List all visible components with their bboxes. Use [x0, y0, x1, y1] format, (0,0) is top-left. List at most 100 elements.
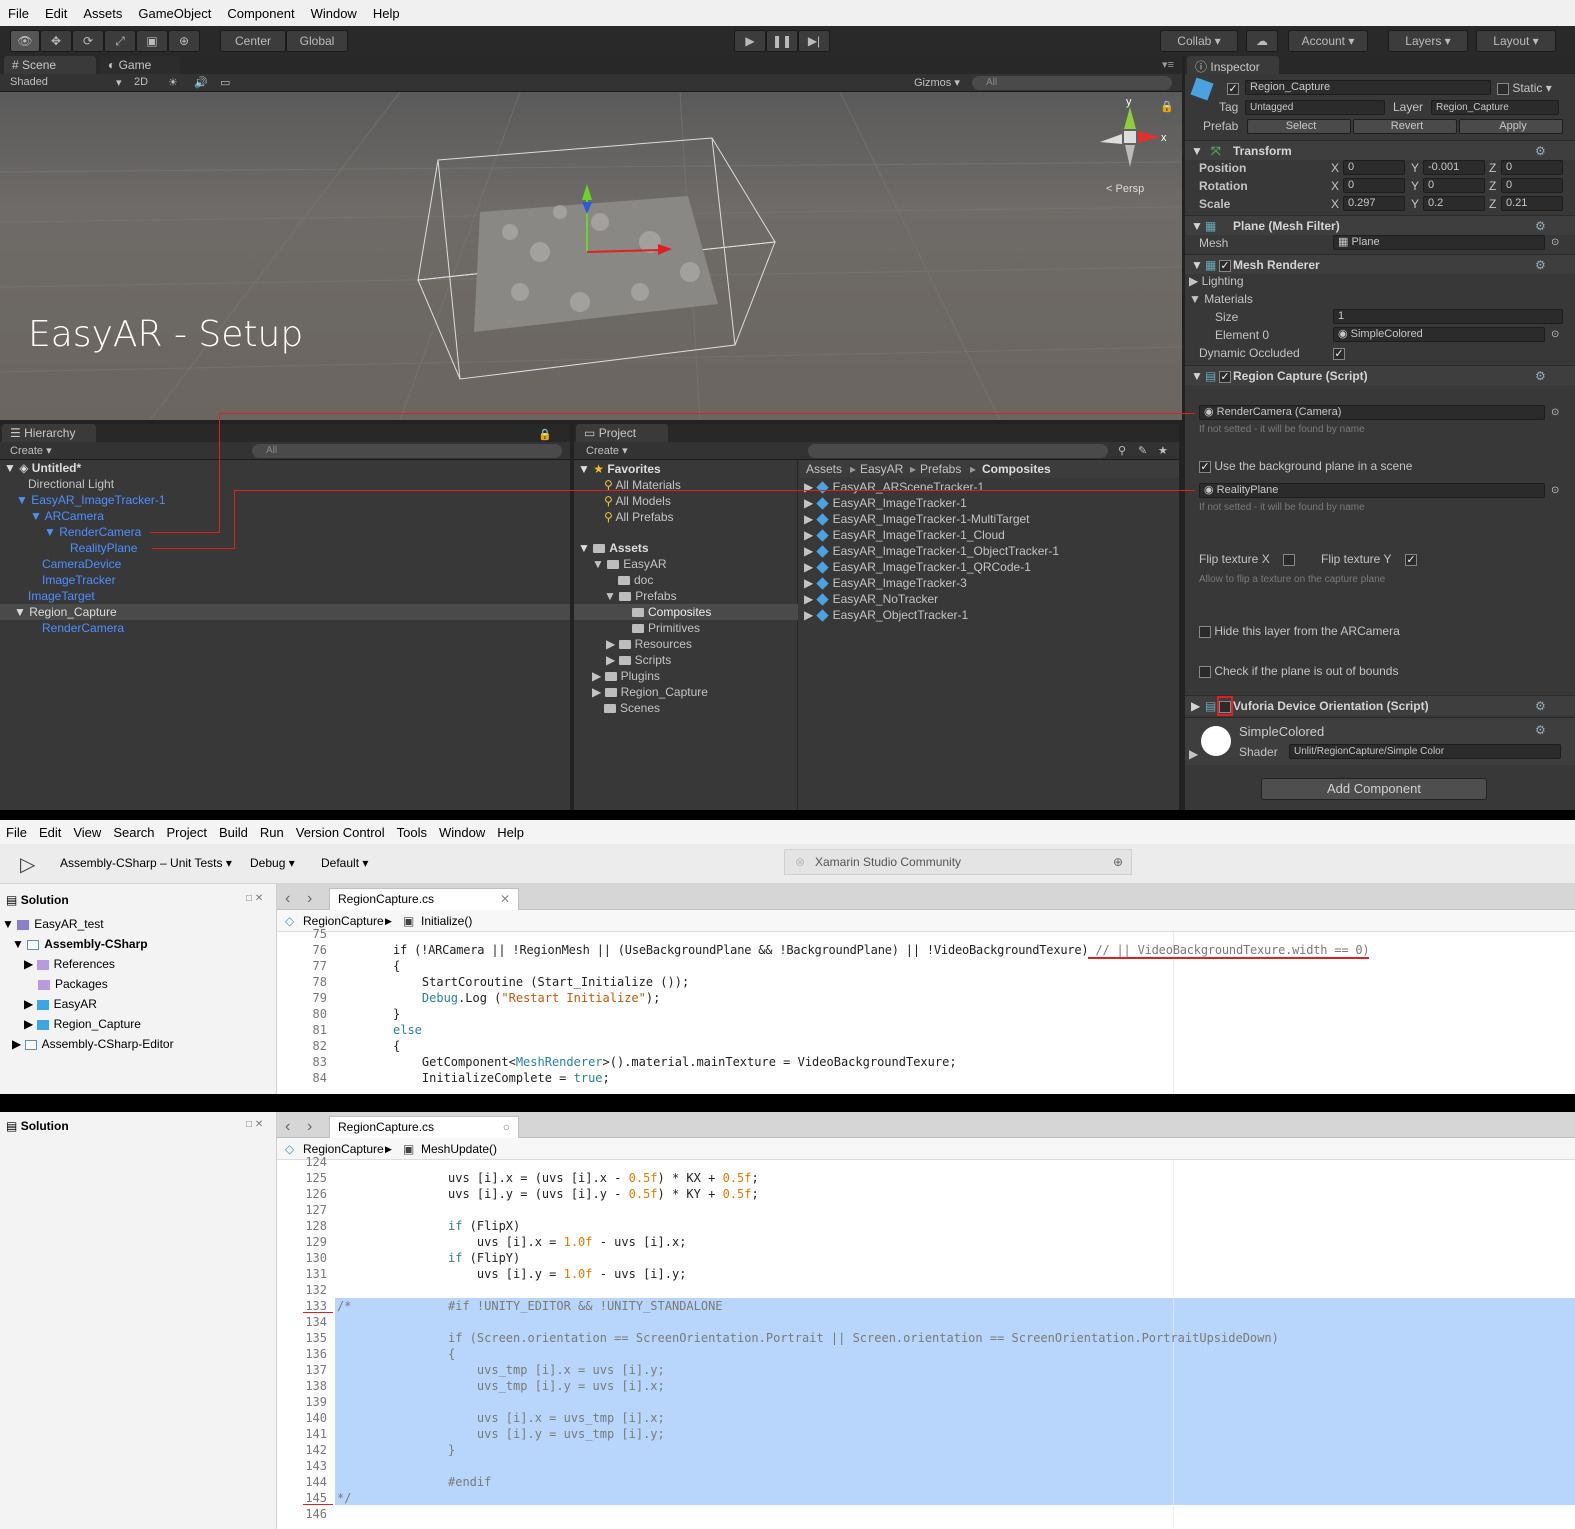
menu-gameobject[interactable]: GameObject — [130, 6, 219, 21]
position-y-field[interactable]: -0.001 — [1423, 160, 1485, 175]
folder-item[interactable]: doc — [618, 572, 653, 588]
move-tool-button[interactable]: ✥ — [40, 30, 72, 52]
transform-header[interactable]: ▼ ⤧ Transform ⚙ — [1185, 140, 1575, 160]
folder-item[interactable]: ▼ Prefabs — [604, 588, 677, 604]
size-field[interactable]: 1 — [1333, 309, 1563, 324]
folder-item[interactable]: Scenes — [604, 700, 660, 716]
solution-item[interactable]: ▶ Region_Capture — [24, 1014, 141, 1034]
hierarchy-item[interactable]: RealityPlane — [70, 540, 137, 556]
mesh-field[interactable]: ▦ Plane — [1333, 235, 1545, 250]
folder-item[interactable]: ▶ Plugins — [592, 668, 660, 684]
project-config-dropdown[interactable]: Assembly-CSharp – Unit Tests ▾ — [60, 856, 232, 870]
rotation-x-field[interactable]: 0 — [1343, 178, 1405, 193]
check-bounds-checkbox[interactable]: Check if the plane is out of bounds — [1199, 663, 1398, 679]
position-z-field[interactable]: 0 — [1501, 160, 1563, 175]
scene-root[interactable]: ▼ ◈ Untitled* — [4, 460, 81, 476]
persp-label[interactable]: < Persp — [1106, 183, 1144, 195]
gizmos-dropdown[interactable]: Gizmos ▾ — [914, 76, 960, 89]
filter-label-icon[interactable]: ✎ — [1138, 444, 1147, 457]
folder-item-selected[interactable]: Composites — [574, 604, 798, 620]
favorite-item[interactable]: ⚲ All Prefabs — [604, 509, 674, 525]
menu-window[interactable]: Window — [433, 825, 491, 840]
code-area[interactable]: 75 76 77 78 79 80 81 82 83 84 if (!ARCam… — [287, 927, 1567, 1094]
hierarchy-item[interactable]: ▼ EasyAR_ImageTracker-1 — [16, 492, 166, 508]
axis-gizmo[interactable] — [1100, 107, 1160, 167]
object-picker-icon[interactable]: ⊙ — [1551, 327, 1559, 343]
audio-toggle-icon[interactable]: 🔊 — [194, 76, 208, 89]
flip-x-checkbox[interactable] — [1283, 551, 1295, 567]
reality-plane-field[interactable]: ◉ RealityPlane — [1199, 483, 1545, 498]
active-checkbox[interactable]: ✓ — [1227, 80, 1239, 96]
pause-button[interactable]: ❚❚ — [766, 30, 798, 52]
hierarchy-item[interactable]: Directional Light — [28, 476, 114, 492]
menu-help[interactable]: Help — [491, 825, 530, 840]
pivot-center-button[interactable]: Center — [220, 30, 286, 52]
rect-tool-button[interactable]: ▣ — [136, 30, 168, 52]
gear-icon[interactable]: ⚙ — [1535, 218, 1546, 234]
menu-component[interactable]: Component — [219, 6, 302, 21]
folder-item[interactable]: Primitives — [632, 620, 700, 636]
solution-item[interactable]: ▶ Assembly-CSharp-Editor — [12, 1034, 174, 1054]
enabled-checkbox[interactable]: ✓ — [1219, 370, 1231, 383]
shader-dropdown[interactable]: Unlit/RegionCapture/Simple Color — [1289, 744, 1561, 759]
hierarchy-item[interactable]: ▼ ARCamera — [30, 508, 104, 524]
project-create-dropdown[interactable]: Create ▾ — [586, 444, 628, 457]
folder-item[interactable]: ▶ Scripts — [606, 652, 671, 668]
prefab-item[interactable]: ▶ EasyAR_ImageTracker-1-MultiTarget — [804, 511, 1030, 527]
project-search-input[interactable] — [808, 444, 1108, 458]
breadcrumb-item[interactable]: Assets — [806, 461, 842, 477]
scale-x-field[interactable]: 0.297 — [1343, 196, 1405, 211]
play-button[interactable]: ▶ — [734, 30, 766, 52]
code-area[interactable]: 124 125 126 127 128 129 130 131 132 133 … — [287, 1155, 1567, 1529]
mode-2d-toggle[interactable]: 2D — [134, 76, 148, 88]
hierarchy-item[interactable]: RenderCamera — [42, 620, 124, 636]
scale-z-field[interactable]: 0.21 — [1501, 196, 1563, 211]
prefab-item[interactable]: ▶ EasyAR_ImageTracker-3 — [804, 575, 967, 591]
static-checkbox[interactable]: Static ▾ — [1497, 80, 1552, 96]
target-dropdown[interactable]: Default ▾ — [321, 856, 368, 870]
mesh-filter-header[interactable]: ▼ ▦ Plane (Mesh Filter) ⚙ — [1185, 215, 1575, 235]
breadcrumb-method[interactable]: Initialize() — [421, 910, 472, 932]
lighting-foldout[interactable]: ▶ Lighting — [1189, 273, 1244, 289]
menu-build[interactable]: Build — [213, 825, 254, 840]
rotation-y-field[interactable]: 0 — [1423, 178, 1485, 193]
filter-type-icon[interactable]: ⚲ — [1118, 444, 1126, 457]
enabled-checkbox[interactable]: ✓ — [1219, 259, 1231, 272]
minimize-icon[interactable]: □ ✕ — [246, 1119, 263, 1130]
account-dropdown[interactable]: Account ▾ — [1288, 30, 1368, 52]
material-section[interactable]: SimpleColored Shader Unlit/RegionCapture… — [1185, 717, 1575, 765]
scale-tool-button[interactable]: ⤢ — [104, 30, 136, 52]
vuforia-enabled-checkbox[interactable] — [1219, 700, 1231, 713]
breadcrumb-method[interactable]: MeshUpdate() — [421, 1138, 497, 1160]
tab-hierarchy[interactable]: ☰ Hierarchy — [2, 424, 96, 442]
menu-help[interactable]: Help — [365, 6, 408, 21]
lighting-toggle-icon[interactable]: ☀ — [168, 76, 178, 89]
menu-view[interactable]: View — [67, 825, 107, 840]
close-icon[interactable]: ✕ — [500, 892, 510, 906]
layout-dropdown[interactable]: Layout ▾ — [1476, 30, 1556, 52]
breadcrumb-item[interactable]: Prefabs — [920, 461, 961, 477]
menu-search[interactable]: Search — [107, 825, 160, 840]
rotation-z-field[interactable]: 0 — [1501, 178, 1563, 193]
solution-item[interactable]: ▼ Assembly-CSharp — [12, 934, 148, 954]
prefab-item[interactable]: ▶ EasyAR_ImageTracker-1_ObjectTracker-1 — [804, 543, 1059, 559]
solution-item[interactable]: ▶ References — [24, 954, 115, 974]
vuforia-header[interactable]: ▶ ▤ Vuforia Device Orientation (Script) ⚙ — [1185, 695, 1575, 716]
hierarchy-item[interactable]: ImageTracker — [42, 572, 116, 588]
panel-menu-icon[interactable]: ▾≡ — [1162, 58, 1174, 71]
solution-item[interactable]: ▶ EasyAR — [24, 994, 97, 1014]
breadcrumb-item[interactable]: Composites — [982, 461, 1051, 477]
prefab-select-button[interactable]: Select — [1247, 119, 1351, 134]
gear-icon[interactable]: ⚙ — [1535, 722, 1546, 738]
nav-back-icon[interactable]: ‹ — [285, 890, 290, 908]
menu-tools[interactable]: Tools — [391, 825, 433, 840]
use-bg-plane-checkbox[interactable]: ✓ Use the background plane in a scene — [1199, 458, 1412, 474]
menu-assets[interactable]: Assets — [75, 6, 130, 21]
favorite-item[interactable]: ⚲ All Models — [604, 493, 671, 509]
add-component-button[interactable]: Add Component — [1261, 778, 1487, 800]
gear-icon[interactable]: ⚙ — [1535, 368, 1546, 384]
menu-file[interactable]: File — [0, 825, 33, 840]
layer-dropdown[interactable]: Region_Capture — [1431, 100, 1559, 115]
flip-y-checkbox[interactable]: ✓ — [1405, 551, 1417, 567]
hierarchy-item[interactable]: ImageTarget — [28, 588, 95, 604]
